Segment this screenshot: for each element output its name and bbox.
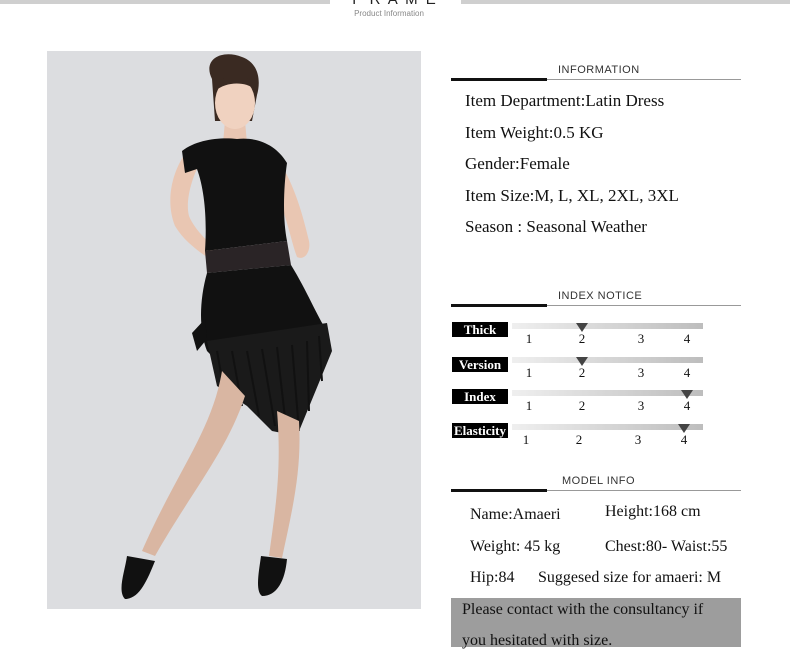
index-scale-number: 2: [578, 365, 586, 380]
index-scale-number: 2: [575, 432, 583, 447]
index-label-index: Index: [452, 389, 508, 404]
index-scale-number: 1: [525, 398, 533, 413]
index-scale-number: 1: [525, 331, 533, 346]
contact-line-2: you hesitated with size.: [462, 632, 613, 649]
index-scale-number: 4: [683, 398, 691, 413]
index-scale-bar: [512, 357, 703, 363]
index-label-version: Version: [452, 357, 508, 372]
index-notice-heading: INDEX NOTICE: [451, 290, 741, 307]
info-size: Item Size:M, L, XL, 2XL, 3XL: [465, 186, 679, 205]
index-scale-number: 1: [522, 432, 530, 447]
product-photo: [47, 51, 421, 609]
index-scale-number: 4: [683, 331, 691, 346]
contact-line-1: Please contact with the consultancy if: [462, 601, 704, 618]
index-scale-number: 3: [637, 365, 645, 380]
model-suggested-size: Suggesed size for amaeri: M: [538, 569, 722, 586]
header-title: F R A M E: [330, 0, 460, 8]
model-height: Height:168 cm: [605, 503, 701, 520]
index-scale-bar: [512, 323, 703, 329]
contact-note: Please contact with the consultancy if y…: [451, 598, 741, 649]
header-bar-left: [0, 0, 330, 4]
index-label-thick: Thick: [452, 322, 508, 337]
index-scale-number: 1: [525, 365, 533, 380]
model-chest-waist: Chest:80- Waist:55: [605, 538, 728, 555]
info-season: Season : Seasonal Weather: [465, 217, 647, 236]
index-label-elasticity: Elasticity: [452, 423, 508, 438]
information-title: INFORMATION: [558, 64, 640, 76]
index-scale-number: 3: [634, 432, 642, 447]
index-scale-number: 4: [683, 365, 691, 380]
index-scale-bar: [512, 390, 703, 396]
index-scale-number: 4: [680, 432, 688, 447]
index-scale-number: 2: [578, 398, 586, 413]
model-figure: [121, 54, 332, 599]
model-hip: Hip:84: [470, 569, 515, 586]
model-name: Name:Amaeri: [470, 506, 561, 523]
index-notice-title: INDEX NOTICE: [558, 290, 643, 302]
index-scale-number: 2: [578, 331, 586, 346]
model-weight: Weight: 45 kg: [470, 538, 561, 555]
info-weight: Item Weight:0.5 KG: [465, 123, 604, 142]
index-scale-number: 3: [637, 331, 645, 346]
info-gender: Gender:Female: [465, 154, 570, 173]
index-scale-number: 3: [637, 398, 645, 413]
header-subtitle: Product Information: [354, 9, 424, 18]
model-info-heading: MODEL INFO: [451, 475, 741, 492]
information-heading: INFORMATION: [451, 64, 741, 81]
info-department: Item Department:Latin Dress: [465, 91, 665, 110]
header-bar-right: [461, 0, 790, 4]
model-info-title: MODEL INFO: [562, 475, 636, 487]
index-scale-bar: [512, 424, 703, 430]
